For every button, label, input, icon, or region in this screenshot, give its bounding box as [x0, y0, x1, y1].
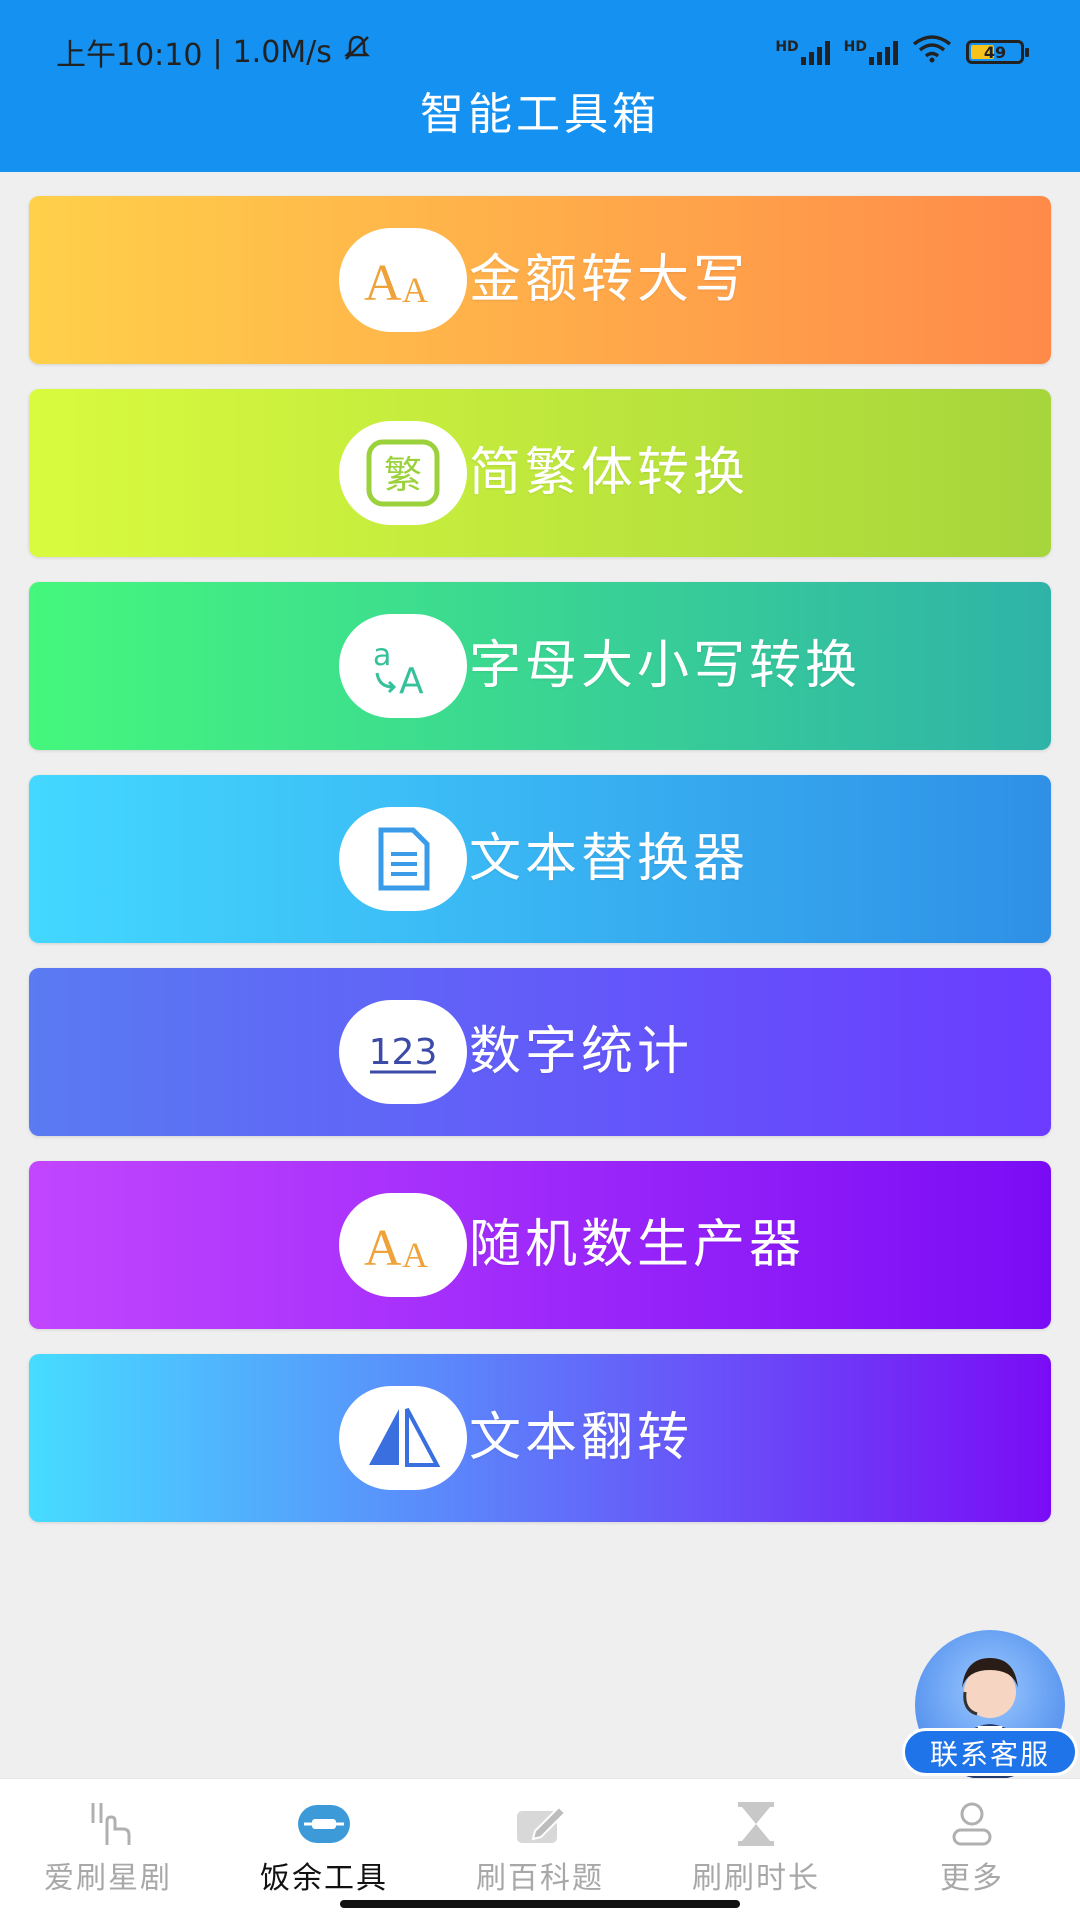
- svg-text:繁: 繁: [384, 453, 422, 497]
- tool-label: 随机数生产器: [469, 1215, 806, 1275]
- edit-note-icon: [512, 1799, 568, 1849]
- wifi-icon: [912, 35, 952, 69]
- tab-more[interactable]: 更多: [864, 1779, 1080, 1921]
- tab-label: 刷刷时长: [692, 1861, 820, 1896]
- document-icon: [339, 807, 467, 911]
- signal-icon: [800, 39, 830, 65]
- tool-list: A A 金额转大写 繁 简繁体转换 a A 字母大小写转换 文本替换器 123 …: [29, 196, 1051, 1547]
- hourglass-icon: [728, 1799, 784, 1849]
- tool-label: 简繁体转换: [469, 443, 750, 503]
- home-indicator[interactable]: [340, 1900, 740, 1908]
- page-title: 智能工具箱: [420, 89, 660, 140]
- svg-text:a: a: [373, 638, 391, 673]
- svg-text:A: A: [402, 270, 428, 310]
- tab-label: 更多: [940, 1861, 1004, 1896]
- tool-card-letter-case[interactable]: a A 字母大小写转换: [29, 582, 1051, 750]
- user-icon: [944, 1799, 1000, 1849]
- status-bar: 上午10:10 | 1.0M/s HD HD 49: [0, 30, 1080, 74]
- service-label: 联系客服: [902, 1728, 1078, 1776]
- tool-card-text-replace[interactable]: 文本替换器: [29, 775, 1051, 943]
- hd-signal-2: HD: [844, 39, 898, 65]
- tool-card-number-stats[interactable]: 123 数字统计: [29, 968, 1051, 1136]
- svg-text:A: A: [364, 1220, 402, 1275]
- swipe-hand-icon: [80, 1799, 136, 1849]
- customer-service-button[interactable]: 联系客服: [900, 1630, 1080, 1780]
- tool-card-simplified-traditional[interactable]: 繁 简繁体转换: [29, 389, 1051, 557]
- svg-text:123: 123: [369, 1032, 438, 1073]
- status-time: 上午10:10: [56, 38, 203, 73]
- battery-icon: 49: [966, 40, 1029, 64]
- traditional-char-icon: 繁: [339, 421, 467, 525]
- font-aa-icon: A A: [339, 228, 467, 332]
- tab-label: 刷百科题: [476, 1861, 604, 1896]
- tool-label: 数字统计: [469, 1022, 694, 1082]
- tool-card-random-number[interactable]: A A 随机数生产器: [29, 1161, 1051, 1329]
- tool-label: 文本替换器: [469, 829, 750, 889]
- toolbox-icon: [296, 1799, 352, 1849]
- status-right: HD HD 49: [775, 35, 1029, 69]
- tab-label: 爱刷星剧: [44, 1861, 172, 1896]
- svg-text:A: A: [399, 661, 424, 701]
- status-left: 上午10:10 | 1.0M/s: [56, 30, 372, 74]
- number-123-icon: 123: [339, 1000, 467, 1104]
- tool-label: 文本翻转: [469, 1408, 694, 1468]
- status-divider: |: [212, 34, 223, 70]
- mute-bell-icon: [342, 33, 372, 71]
- font-aa-icon: A A: [339, 1193, 467, 1297]
- svg-text:A: A: [364, 255, 402, 310]
- tool-card-text-flip[interactable]: 文本翻转: [29, 1354, 1051, 1522]
- network-speed: 1.0M/s: [232, 34, 332, 70]
- tool-label: 金额转大写: [469, 250, 750, 310]
- svg-text:A: A: [402, 1235, 428, 1275]
- flip-triangle-icon: [339, 1386, 467, 1490]
- letter-case-icon: a A: [339, 614, 467, 718]
- tool-label: 字母大小写转换: [469, 636, 862, 696]
- signal-icon: [869, 39, 898, 65]
- tab-label: 饭余工具: [260, 1861, 388, 1896]
- hd-signal-1: HD: [775, 39, 830, 65]
- tab-aishua-xingju[interactable]: 爱刷星剧: [0, 1779, 216, 1921]
- app-header: 上午10:10 | 1.0M/s HD HD 49 智能工具箱: [0, 0, 1080, 172]
- tool-card-amount-uppercase[interactable]: A A 金额转大写: [29, 196, 1051, 364]
